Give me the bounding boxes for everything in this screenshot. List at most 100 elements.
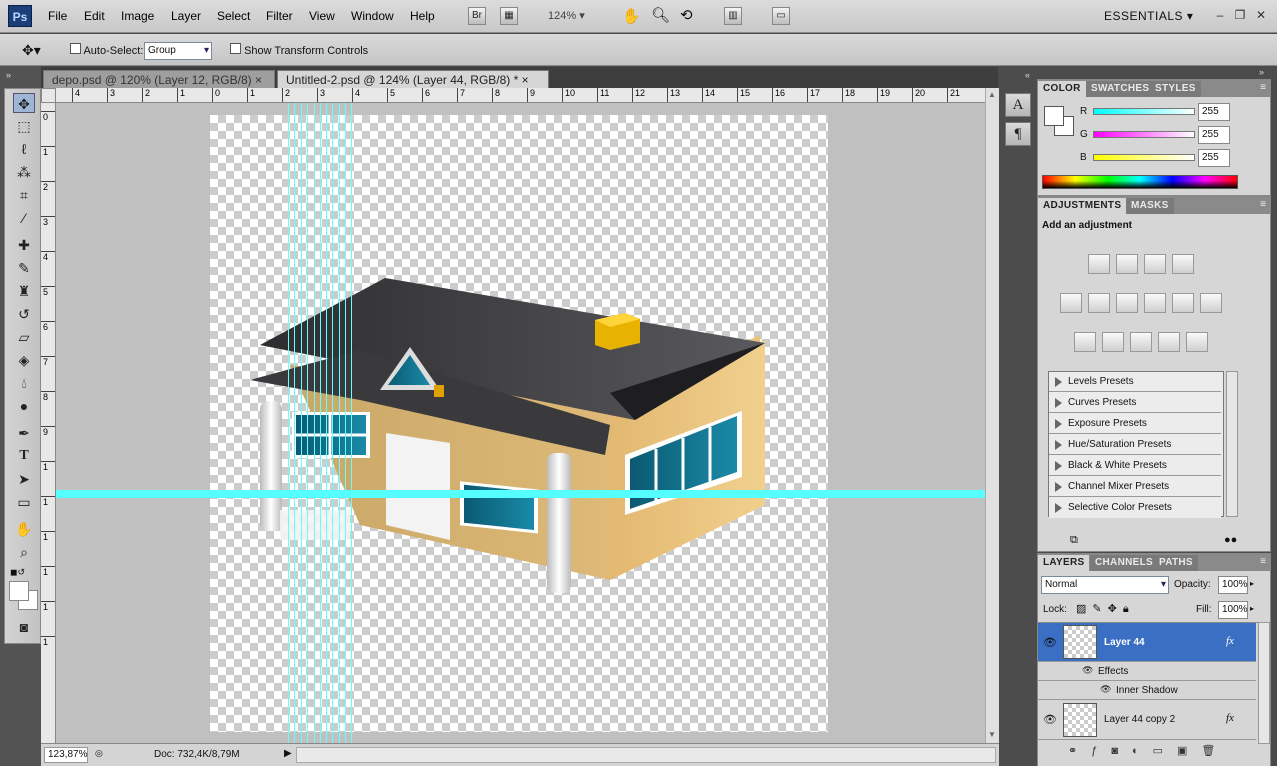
layer-row-layer-44[interactable]: 👁︎ Layer 44 fx [1038,623,1256,662]
foreground-color-swatch[interactable] [9,581,29,601]
curves-icon[interactable] [1144,254,1166,274]
preset-channel-mixer[interactable]: Channel Mixer Presets [1049,477,1221,497]
collapse-panels-icon[interactable]: » [1259,67,1264,77]
vertical-guide[interactable] [339,103,340,743]
lock-icons[interactable]: ▨✎✥🔒︎ [1076,602,1135,616]
b-slider[interactable] [1093,154,1195,161]
menu-image[interactable]: Image [121,9,154,23]
preset-black-white[interactable]: Black & White Presets [1049,456,1221,476]
menu-window[interactable]: Window [351,9,394,23]
posterize-icon[interactable] [1102,332,1124,352]
close-tab-icon[interactable]: × [255,73,262,87]
canvas-area[interactable] [56,103,985,743]
clone-stamp-tool-icon[interactable]: ♜ [13,281,35,301]
vertical-guide[interactable] [351,103,352,743]
r-slider[interactable] [1093,108,1195,115]
close-icon[interactable]: ✕ [1254,8,1268,22]
eye-icon[interactable]: 👁︎ [1043,713,1057,726]
auto-select-dropdown[interactable]: Group ▾ [144,42,212,60]
paragraph-panel-icon[interactable]: ¶ [1005,122,1031,146]
tab-depo[interactable]: depo.psd @ 120% (Layer 12, RGB/8) × [43,70,275,88]
tab-layers[interactable]: LAYERS [1038,555,1090,571]
minimize-icon[interactable]: – [1213,8,1227,22]
move-tool-preset-icon[interactable]: ✥▾ [22,42,41,59]
hand-icon[interactable]: ✋ [622,7,641,25]
restore-icon[interactable]: ❐ [1233,8,1247,22]
tab-masks[interactable]: MASKS [1126,198,1174,214]
fx-icon[interactable]: fx [1226,635,1234,647]
eye-icon[interactable]: 👁︎ [1082,665,1093,676]
close-tab-icon[interactable]: × [522,73,529,87]
move-tool-icon[interactable]: ✥ [13,93,35,113]
bridge-icon[interactable]: Br [468,7,486,25]
layer-row-layer-44-copy-2[interactable]: 👁︎ Layer 44 copy 2 fx [1038,700,1256,740]
expand-dock-icon[interactable]: « [1025,70,1030,80]
horizontal-scrollbar[interactable] [296,747,996,763]
zoom-field[interactable]: 123,87% [44,747,88,763]
vertical-guide[interactable] [301,103,302,743]
layers-footer-icons[interactable]: ⚭ƒ◙◐▭▣🗑︎ [1068,744,1268,762]
selective-color-icon[interactable] [1186,332,1208,352]
vertical-guide[interactable] [320,103,321,743]
menu-select[interactable]: Select [217,9,250,23]
layer-inner-shadow-row[interactable]: 👁︎ Inner Shadow [1038,681,1256,700]
panel-menu-icon[interactable]: ≡ [1260,556,1266,567]
preset-levels[interactable]: Levels Presets [1049,372,1221,392]
clip-to-layer-icon[interactable]: ⧉ [1070,534,1078,547]
menu-help[interactable]: Help [410,9,435,23]
eye-icon[interactable]: 👁︎ [1043,636,1057,649]
tab-channels[interactable]: CHANNELS [1090,555,1158,571]
tab-color[interactable]: COLOR [1038,81,1086,97]
gradient-map-icon[interactable] [1158,332,1180,352]
expand-tools-icon[interactable]: » [6,70,11,80]
tab-adjustments[interactable]: ADJUSTMENTS [1038,198,1127,214]
view-extras-icon[interactable]: ▦ [500,7,518,25]
preset-exposure[interactable]: Exposure Presets [1049,414,1221,434]
invert-icon[interactable] [1074,332,1096,352]
vertical-guide[interactable] [332,103,333,743]
channel-mixer-icon[interactable] [1200,293,1222,313]
vertical-guide[interactable] [326,103,327,743]
vertical-guide[interactable] [294,103,295,743]
opacity-arrow-icon[interactable]: ▸ [1250,579,1254,588]
status-menu-arrow-icon[interactable]: ▶ [284,748,292,759]
zoom-tool-icon[interactable]: 🔍︎ [651,6,670,24]
layers-scrollbar[interactable] [1258,622,1270,744]
g-slider[interactable] [1093,131,1195,138]
visibility-options-icon[interactable]: ●● [1224,534,1237,546]
fill-value[interactable]: 100% [1218,601,1248,619]
horizontal-guide-bar[interactable] [56,490,985,498]
workspace-switcher[interactable]: ESSENTIALS ▾ [1104,9,1193,23]
dodge-tool-icon[interactable]: ● [13,396,35,416]
history-brush-tool-icon[interactable]: ↺ [13,304,35,324]
arrange-documents-icon[interactable]: ▥ [724,7,742,25]
layer-name[interactable]: Layer 44 copy 2 [1104,714,1175,725]
vertical-guide[interactable] [288,103,289,743]
screen-mode-icon[interactable]: ▭ [772,7,790,25]
marquee-tool-icon[interactable]: ⬚ [13,116,35,136]
hand-tool-icon[interactable]: ✋ [13,519,35,539]
panel-menu-icon[interactable]: ≡ [1260,82,1266,93]
zoom-tool-icon[interactable]: ⌕ [13,542,35,562]
quick-mask-icon[interactable]: ◙ [13,617,35,637]
tab-untitled-2[interactable]: Untitled-2.psd @ 124% (Layer 44, RGB/8) … [277,70,549,88]
tab-swatches[interactable]: SWATCHES [1086,81,1155,97]
exposure-icon[interactable] [1172,254,1194,274]
ruler-origin[interactable] [41,88,56,103]
scroll-up-icon[interactable]: ▲ [988,90,996,99]
preset-selective-color[interactable]: Selective Color Presets [1049,498,1221,518]
show-transform-checkbox[interactable]: Show Transform Controls [230,43,368,57]
brightness-contrast-icon[interactable] [1088,254,1110,274]
menu-edit[interactable]: Edit [84,9,105,23]
crop-tool-icon[interactable]: ⌗ [13,185,35,205]
document-canvas[interactable] [210,115,828,732]
blend-mode-dropdown[interactable]: Normal ▾ [1041,576,1169,594]
hue-saturation-icon[interactable] [1088,293,1110,313]
type-tool-icon[interactable]: T [13,446,35,466]
scroll-down-icon[interactable]: ▼ [988,730,996,739]
menu-view[interactable]: View [309,9,335,23]
blur-tool-icon[interactable]: 💧︎ [13,373,35,393]
vibrance-icon[interactable] [1060,293,1082,313]
paint-bucket-tool-icon[interactable]: ◈ [13,350,35,370]
brush-tool-icon[interactable]: ✎ [13,258,35,278]
